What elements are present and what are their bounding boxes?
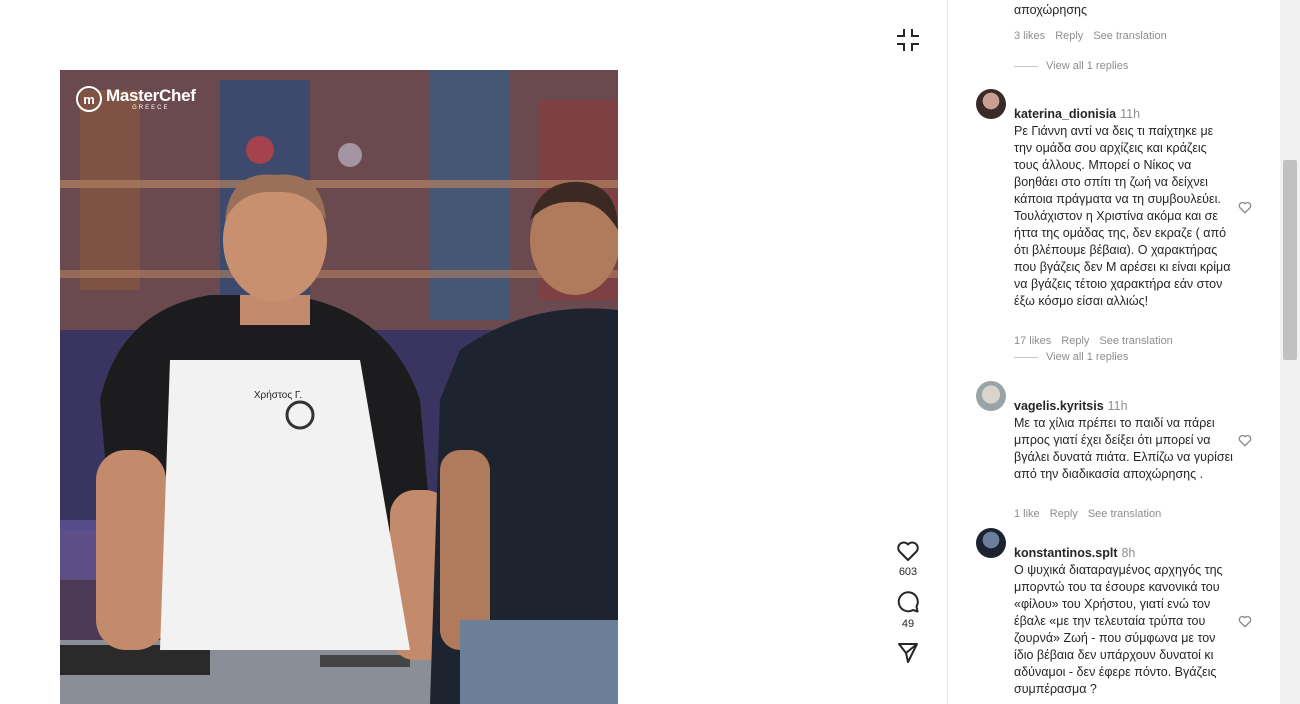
comment-text-fragment: αποχώρησης xyxy=(1014,3,1088,17)
comment-meta: 3 likes Reply See translation xyxy=(1014,30,1167,42)
see-translation-button[interactable]: See translation xyxy=(1088,508,1161,520)
comment-text: Με τα χίλια πρέπει το παιδί να πάρει μπρ… xyxy=(1014,416,1233,481)
like-count: 603 xyxy=(898,566,918,578)
scrollbar-thumb[interactable] xyxy=(1283,160,1297,360)
avatar[interactable] xyxy=(976,89,1006,119)
comment-count: 49 xyxy=(901,618,915,630)
post-actions: 603 49 xyxy=(888,540,928,664)
post-image[interactable]: Χρήστος Γ. m MasterChef GREECE xyxy=(60,70,618,704)
media-area: Χρήστος Γ. m MasterChef GREECE 603 49 xyxy=(0,0,947,704)
view-replies-label: View all 1 replies xyxy=(1046,351,1129,363)
comment-username[interactable]: katerina_dionisia xyxy=(1014,107,1116,121)
view-replies-button[interactable]: View all 1 replies xyxy=(1014,60,1128,72)
comment-time: 11h xyxy=(1120,107,1141,121)
heart-icon xyxy=(1238,615,1252,628)
masterchef-logo: m MasterChef GREECE xyxy=(76,86,196,112)
see-translation-button[interactable]: See translation xyxy=(1093,30,1166,42)
replies-line xyxy=(1014,65,1038,67)
comment-text: Ο ψυχικά διαταραγμένος αρχηγός της μπορν… xyxy=(1014,563,1223,696)
avatar[interactable] xyxy=(976,528,1006,558)
brand-sub: GREECE xyxy=(132,105,170,111)
see-translation-button[interactable]: See translation xyxy=(1099,335,1172,347)
share-button[interactable] xyxy=(888,642,928,664)
replies-line xyxy=(1014,356,1038,358)
like-button[interactable]: 603 xyxy=(888,540,928,578)
comment-like-button[interactable] xyxy=(1238,434,1252,452)
view-replies-label: View all 1 replies xyxy=(1046,60,1129,72)
avatar[interactable] xyxy=(976,381,1006,411)
comment-likes[interactable]: 17 likes xyxy=(1014,335,1051,347)
comment-like-button[interactable] xyxy=(1238,201,1252,219)
comment-like-button[interactable] xyxy=(1238,615,1252,633)
comments-panel[interactable]: αποχώρησης 3 likes Reply See translation… xyxy=(948,0,1280,704)
comment-username[interactable]: konstantinos.splt xyxy=(1014,546,1117,560)
send-icon xyxy=(898,643,918,663)
reply-button[interactable]: Reply xyxy=(1050,508,1078,520)
brand-name: MasterChef xyxy=(106,86,196,105)
view-replies-button[interactable]: View all 1 replies xyxy=(1014,351,1128,363)
apron-label: Χρήστος Γ. xyxy=(254,389,302,401)
logo-mark: m xyxy=(76,86,102,112)
heart-icon xyxy=(1238,434,1252,447)
collapse-icon[interactable] xyxy=(895,27,921,53)
heart-icon xyxy=(897,541,919,561)
reply-button[interactable]: Reply xyxy=(1061,335,1089,347)
comment-time: 8h xyxy=(1121,546,1136,560)
heart-icon xyxy=(1238,201,1252,214)
instagram-post-view: Χρήστος Γ. m MasterChef GREECE 603 49 απ… xyxy=(0,0,1300,704)
comment-meta: 1 like Reply See translation xyxy=(1014,508,1234,520)
comment-text: Ρε Γιάννη αντί να δεις τι παίχτηκε με τη… xyxy=(1014,124,1231,308)
comment-button[interactable]: 49 xyxy=(888,590,928,630)
comment-likes[interactable]: 3 likes xyxy=(1014,30,1045,42)
post-photo: Χρήστος Γ. xyxy=(60,70,618,704)
comment-meta: 17 likes Reply See translation xyxy=(1014,335,1234,347)
comment-likes[interactable]: 1 like xyxy=(1014,508,1040,520)
comment-time: 11h xyxy=(1107,399,1128,413)
comment-icon xyxy=(897,591,919,613)
comment-username[interactable]: vagelis.kyritsis xyxy=(1014,399,1104,413)
reply-button[interactable]: Reply xyxy=(1055,30,1083,42)
